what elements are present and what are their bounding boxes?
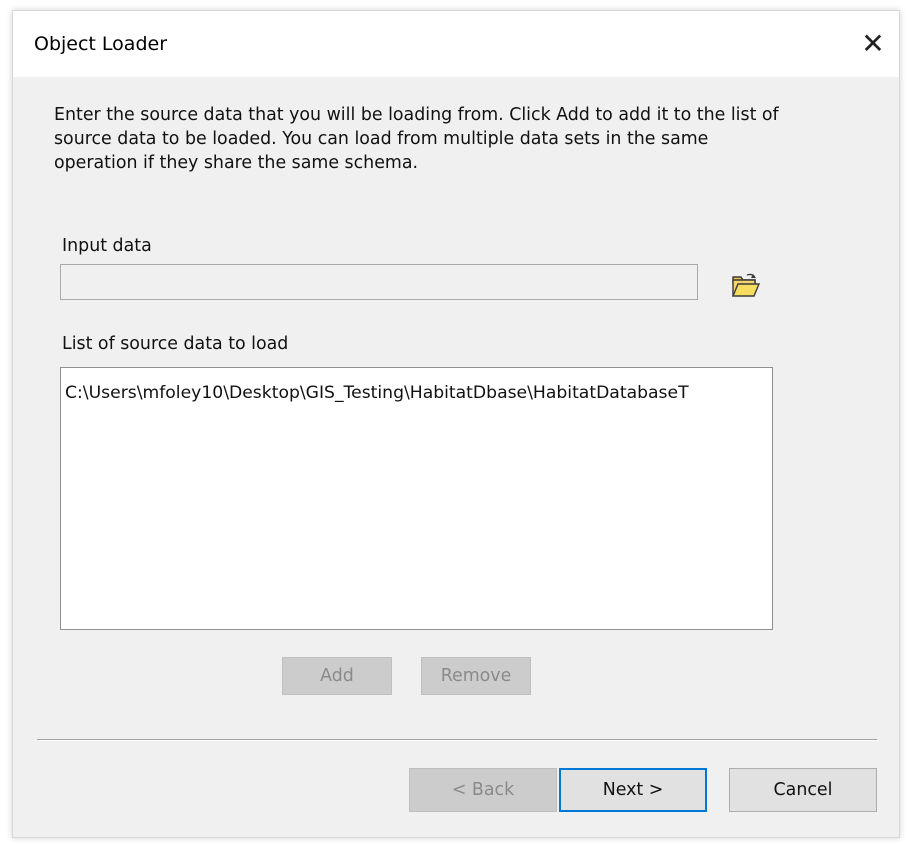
instructions-text: Enter the source data that you will be l…: [54, 105, 779, 173]
cancel-button[interactable]: Cancel: [729, 768, 877, 812]
remove-button[interactable]: Remove: [421, 657, 531, 695]
object-loader-dialog: Object Loader ✕ Enter the source data th…: [12, 10, 900, 838]
title-bar: Object Loader ✕: [13, 11, 899, 77]
source-list-label: List of source data to load: [62, 334, 289, 354]
browse-button[interactable]: [727, 268, 765, 302]
next-button[interactable]: Next >: [559, 768, 707, 812]
open-folder-icon: [731, 273, 761, 297]
input-data-label: Input data: [62, 236, 152, 256]
window-title: Object Loader: [34, 33, 167, 55]
divider: [37, 739, 877, 741]
back-button[interactable]: < Back: [409, 768, 557, 812]
close-icon: ✕: [861, 26, 885, 60]
source-data-list[interactable]: C:\Users\mfoley10\Desktop\GIS_Testing\Ha…: [60, 367, 773, 630]
list-item[interactable]: C:\Users\mfoley10\Desktop\GIS_Testing\Ha…: [65, 383, 689, 403]
input-data-field[interactable]: [60, 264, 698, 300]
close-button[interactable]: ✕: [853, 23, 893, 63]
add-button[interactable]: Add: [282, 657, 392, 695]
